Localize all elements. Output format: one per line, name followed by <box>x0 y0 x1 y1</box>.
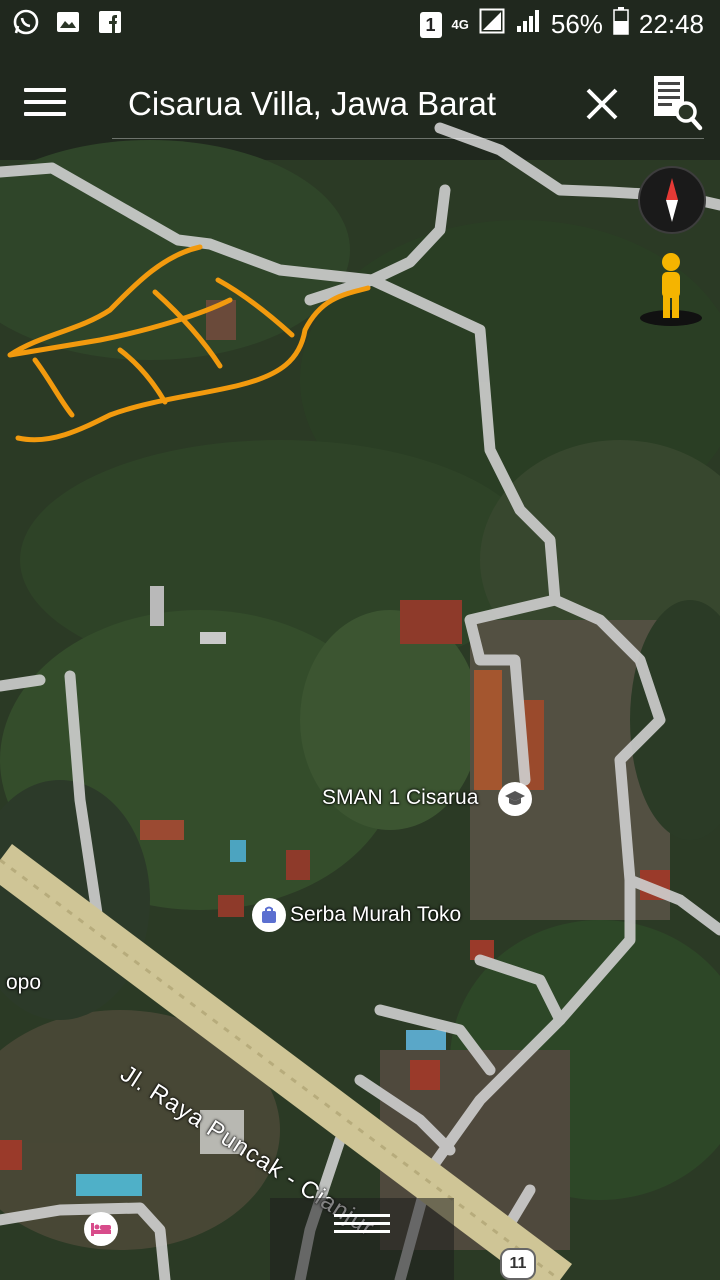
search-bar: Cisarua Villa, Jawa Barat <box>0 58 720 148</box>
satellite-map[interactable] <box>0 0 720 1280</box>
lodging-icon[interactable] <box>84 1212 118 1246</box>
compass-icon <box>666 178 678 222</box>
pegman-icon <box>640 253 702 326</box>
list-search-icon <box>654 76 703 131</box>
clear-search-button[interactable] <box>582 84 622 124</box>
network-type-label: 4G <box>451 17 469 32</box>
route-shield: 11 <box>500 1248 536 1280</box>
clock-time: 22:48 <box>638 9 704 39</box>
place-label-partial: opo <box>6 971 42 994</box>
bottom-sheet-handle[interactable] <box>270 1198 454 1280</box>
battery-icon <box>613 7 629 42</box>
school-icon[interactable] <box>498 782 532 816</box>
cell-signal-icon <box>515 8 541 41</box>
menu-button[interactable] <box>24 88 68 120</box>
poi-label-shop[interactable]: Serba Murah Toko <box>290 903 461 927</box>
status-bar: 1 4G 56% 22:48 <box>0 0 720 48</box>
street-view-button[interactable] <box>638 250 704 328</box>
search-underline <box>112 138 704 139</box>
signal-box-icon <box>479 8 505 41</box>
compass-button[interactable] <box>638 166 706 234</box>
search-input[interactable]: Cisarua Villa, Jawa Barat <box>128 82 548 126</box>
search-results-list-button[interactable] <box>650 74 706 132</box>
close-icon <box>586 88 618 120</box>
poi-label-school[interactable]: SMAN 1 Cisarua <box>322 786 478 810</box>
facebook-icon <box>96 8 124 36</box>
shopping-bag-icon[interactable] <box>252 898 286 932</box>
battery-percent: 56% <box>550 9 603 39</box>
gallery-icon <box>54 8 82 36</box>
whatsapp-icon <box>12 8 40 36</box>
sim-slot-icon: 1 <box>419 11 442 38</box>
